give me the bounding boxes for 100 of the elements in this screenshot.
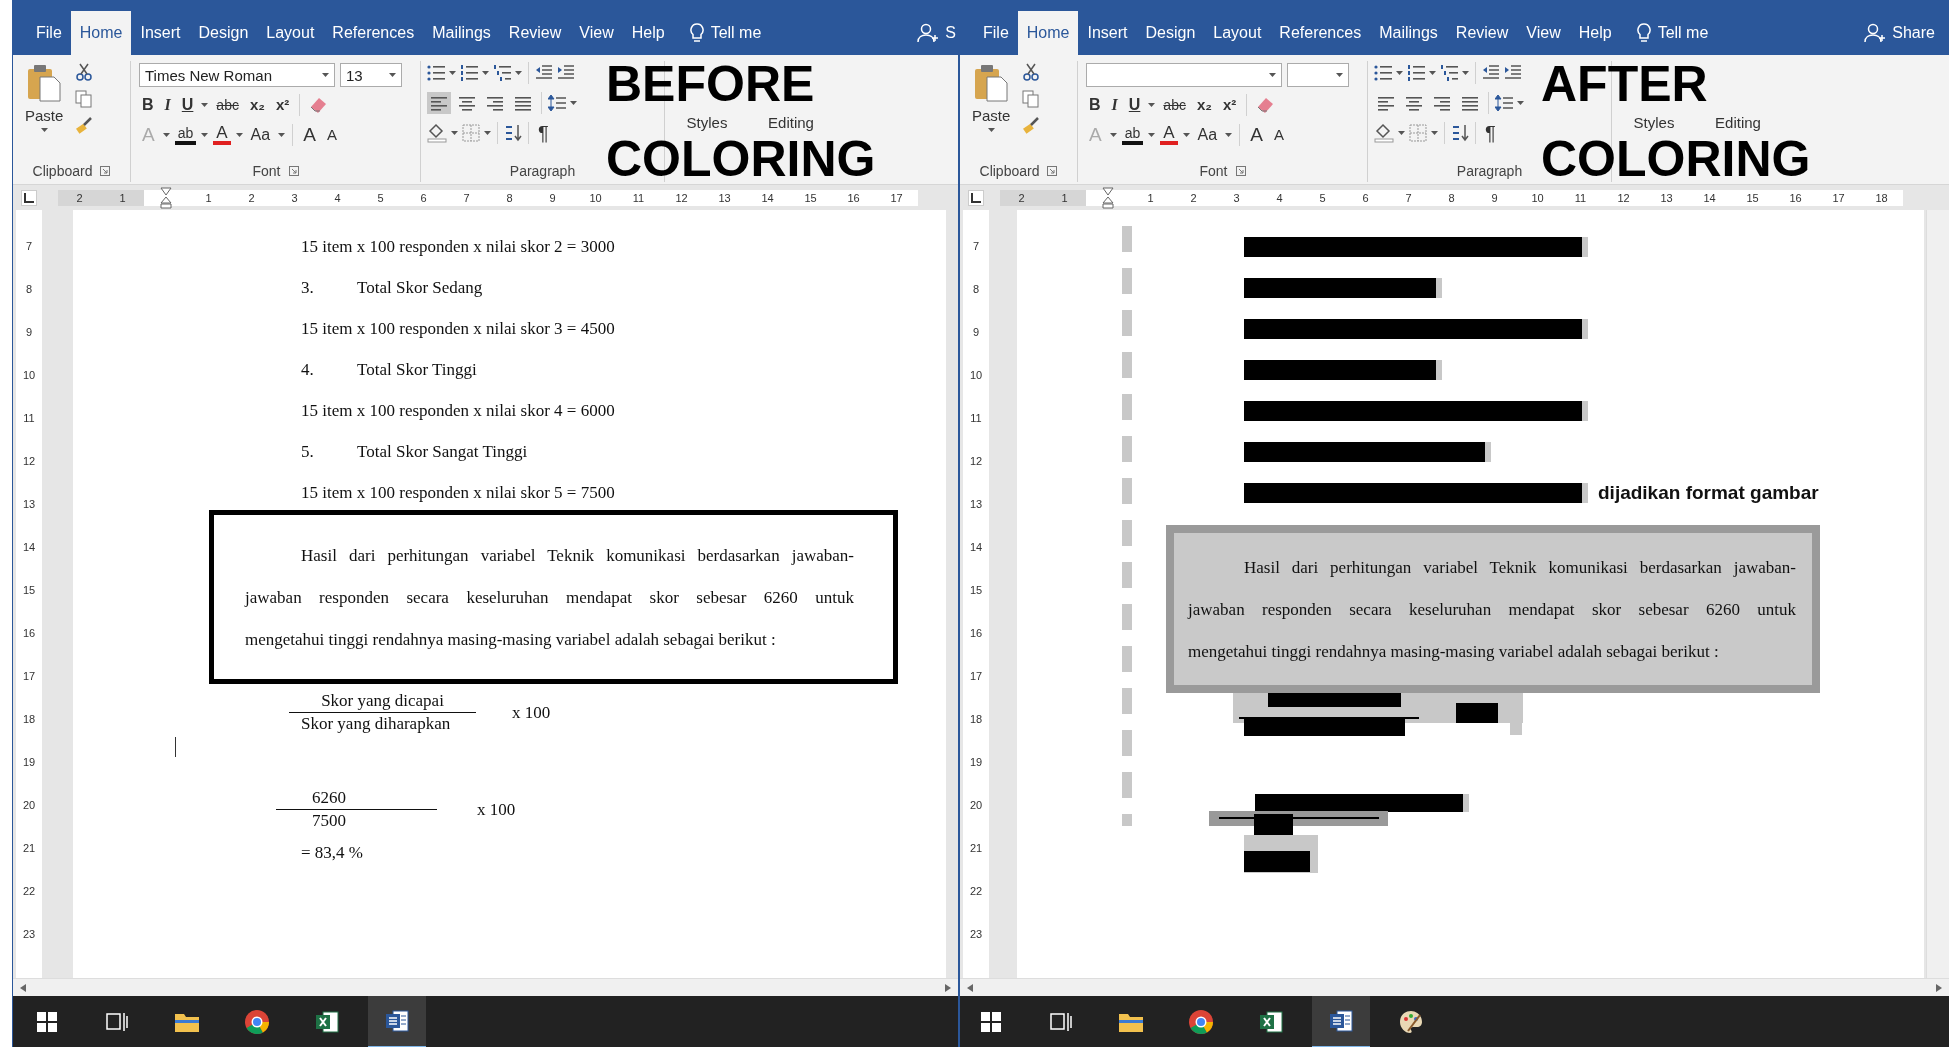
change-case-button[interactable]: Aa [1194, 124, 1221, 146]
shrink-font-button[interactable]: A [1270, 124, 1287, 146]
grow-font-button[interactable]: A [1247, 124, 1266, 146]
caret-icon[interactable] [278, 133, 286, 137]
italic-button[interactable]: I [1108, 94, 1121, 116]
subscript-button[interactable]: x₂ [1193, 94, 1215, 116]
ribbon-tab[interactable]: File [974, 11, 1018, 55]
sort-icon[interactable] [504, 124, 522, 142]
dialog-launcher-icon[interactable] [288, 166, 299, 176]
styles-button[interactable]: Styles [1631, 115, 1677, 131]
caret-icon[interactable] [482, 71, 489, 75]
shrink-font-button[interactable]: A [323, 124, 340, 146]
bold-button[interactable]: B [1086, 94, 1104, 116]
caret-icon[interactable] [1462, 71, 1469, 75]
font-name-field[interactable]: Times New Roman [139, 63, 335, 87]
copy-icon[interactable] [1022, 90, 1041, 108]
scissors-icon[interactable] [1022, 63, 1041, 81]
caret-icon[interactable] [1148, 103, 1156, 107]
caret-icon[interactable] [1148, 133, 1156, 137]
ribbon-tab[interactable]: Layout [1204, 11, 1271, 55]
decrease-indent-icon[interactable] [1482, 64, 1500, 82]
caret-icon[interactable] [451, 131, 458, 135]
caret-icon[interactable] [201, 103, 209, 107]
horizontal-scrollbar[interactable] [960, 978, 1949, 996]
multilevel-list-icon[interactable] [1440, 64, 1458, 82]
share-button[interactable]: Share [1855, 11, 1949, 55]
font-name-field[interactable] [1086, 63, 1282, 87]
editing-button[interactable]: Editing [1713, 115, 1763, 131]
ribbon-tab[interactable]: Help [622, 11, 674, 55]
share-button[interactable]: S [908, 11, 958, 55]
font-size-field[interactable] [1287, 63, 1349, 87]
paintbrush-icon[interactable] [1022, 117, 1041, 135]
caret-icon[interactable] [201, 133, 209, 137]
dialog-launcher-icon[interactable] [100, 166, 111, 176]
highlight-button[interactable]: ab [1121, 125, 1144, 145]
caret-icon[interactable] [1396, 71, 1403, 75]
ribbon-tab[interactable]: Insert [131, 11, 190, 55]
ribbon-tab[interactable]: View [1517, 11, 1570, 55]
ribbon-tab[interactable]: Layout [257, 11, 324, 55]
bullet-list-icon[interactable] [427, 64, 445, 82]
paint-bucket-icon[interactable] [427, 123, 447, 143]
paste-button[interactable]: Paste [968, 61, 1015, 153]
dialog-launcher-icon[interactable] [1235, 166, 1246, 176]
caret-icon[interactable] [1109, 133, 1117, 137]
tell-me-button[interactable]: Tell me [1626, 11, 1718, 55]
vertical-ruler[interactable]: 7 8 9 10 11 12 13 14 15 16 17 18 19 20 21 22 23 [963, 210, 989, 978]
indent-marker-icon[interactable] [159, 186, 172, 209]
caret-icon[interactable] [1225, 133, 1233, 137]
scroll-right-icon[interactable] [1935, 982, 1943, 993]
ribbon-tab[interactable]: Design [1136, 11, 1205, 55]
scissors-icon[interactable] [75, 63, 94, 81]
show-marks-button[interactable]: ¶ [1482, 122, 1499, 144]
copy-icon[interactable] [75, 90, 94, 108]
numbered-list-icon[interactable] [1407, 64, 1425, 82]
multilevel-list-icon[interactable] [493, 64, 511, 82]
caret-icon[interactable] [449, 71, 456, 75]
editing-button[interactable]: Editing [766, 115, 816, 131]
tell-me-button[interactable]: Tell me [679, 11, 771, 55]
ribbon-tab[interactable]: File [27, 11, 71, 55]
caret-icon[interactable] [515, 71, 522, 75]
show-marks-button[interactable]: ¶ [535, 122, 552, 144]
bullet-list-icon[interactable] [1374, 64, 1392, 82]
ribbon-tab[interactable]: Design [189, 11, 258, 55]
vertical-ruler[interactable]: 7 8 9 10 11 12 13 14 15 16 17 18 19 20 21 22 23 [16, 210, 42, 978]
ribbon-tab[interactable]: Home [1017, 11, 1079, 55]
paintbrush-icon[interactable] [75, 117, 94, 135]
ribbon-tab[interactable]: Mailings [423, 11, 500, 55]
caret-icon[interactable] [1182, 133, 1190, 137]
caret-icon[interactable] [162, 133, 170, 137]
underline-button[interactable]: U [178, 94, 197, 116]
numbered-list-icon[interactable] [460, 64, 478, 82]
subscript-button[interactable]: x₂ [246, 94, 268, 116]
caret-icon[interactable] [1517, 101, 1524, 105]
align-left-button[interactable] [427, 92, 451, 114]
tab-stop-icon[interactable] [21, 189, 37, 206]
paint-bucket-icon[interactable] [1374, 123, 1394, 143]
change-case-button[interactable]: Aa [247, 124, 274, 146]
superscript-button[interactable]: x² [1219, 94, 1240, 116]
bold-button[interactable]: B [139, 94, 157, 116]
scroll-left-icon[interactable] [19, 982, 27, 993]
superscript-button[interactable]: x² [272, 94, 293, 116]
styles-button[interactable]: Styles [684, 115, 730, 131]
caret-icon[interactable] [1429, 71, 1436, 75]
font-color-button[interactable]: A [213, 125, 231, 145]
scroll-right-icon[interactable] [944, 982, 952, 993]
ribbon-tab[interactable]: Home [70, 11, 132, 55]
indent-marker-icon[interactable] [1101, 186, 1114, 209]
caret-icon[interactable] [484, 131, 491, 135]
word-processor-button[interactable] [1312, 996, 1370, 1047]
underline-button[interactable]: U [1125, 94, 1144, 116]
ribbon-tab[interactable]: References [1270, 11, 1371, 55]
ribbon-tab[interactable]: References [323, 11, 424, 55]
sort-icon[interactable] [1451, 124, 1469, 142]
ribbon-tab[interactable]: Mailings [1370, 11, 1447, 55]
ribbon-tab[interactable]: Help [1569, 11, 1621, 55]
increase-indent-icon[interactable] [557, 64, 575, 82]
dialog-launcher-icon[interactable] [1047, 166, 1058, 176]
horizontal-scrollbar[interactable] [13, 978, 958, 996]
caret-icon[interactable] [570, 101, 577, 105]
ribbon-tab[interactable]: View [570, 11, 623, 55]
